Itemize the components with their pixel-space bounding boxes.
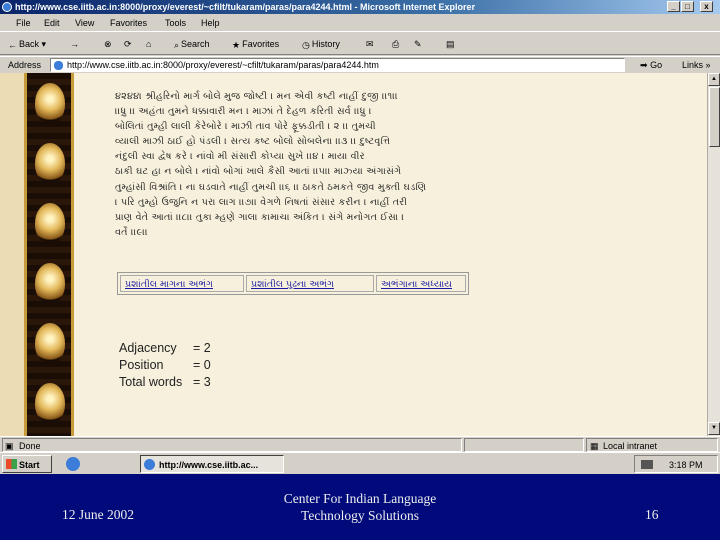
menu-bar: File Edit View Favorites Tools Help bbox=[0, 15, 720, 32]
close-button[interactable]: x bbox=[700, 1, 713, 12]
ie-logo-icon bbox=[144, 459, 155, 470]
menu-favorites[interactable]: Favorites bbox=[110, 15, 147, 32]
footer-date: 12 June 2002 bbox=[62, 507, 134, 522]
start-label: Start bbox=[19, 460, 40, 470]
search-icon: ⌕ bbox=[174, 39, 180, 50]
taskbar-ie-label: http://www.cse.iitb.ac... bbox=[159, 460, 259, 470]
taskbar-ie-button[interactable]: http://www.cse.iitb.ac... bbox=[140, 455, 284, 473]
back-button[interactable]: ← Back ▾ bbox=[8, 33, 46, 55]
poem-line: વ્યાલી માઝી ઠાઈ હો પંડલી । સત્ય કષ્ટ બોલ… bbox=[115, 136, 391, 148]
address-label: Address bbox=[8, 60, 42, 70]
stat-key: Position bbox=[119, 358, 164, 372]
slide-number: 16 bbox=[645, 507, 659, 522]
poem-text: ૪૨૪૪। શ્રીહરિનો માર્ગ બોલે મુજ જોષ્ટી । … bbox=[115, 89, 535, 240]
stat-key: Total words bbox=[119, 375, 183, 389]
stat-row: Total words = 3 bbox=[119, 374, 211, 391]
navigation-table: પ્રશાંતીલ માગના અભંગ પ્રશાંતીલ પુઢના અભં… bbox=[117, 272, 469, 295]
taskbar: Start http://www.cse.iitb.ac... 3:18 PM bbox=[0, 452, 720, 474]
window-title: http://www.cse.iitb.ac.in:8000/proxy/eve… bbox=[15, 2, 476, 12]
go-label: Go bbox=[650, 60, 663, 70]
stats-block: Adjacency = 2 Position = 0 Total words = 3 bbox=[119, 340, 211, 391]
print-button[interactable]: ⎙ bbox=[392, 33, 399, 55]
tray-speaker-icon[interactable] bbox=[641, 460, 653, 469]
address-input[interactable]: http://www.cse.iitb.ac.in:8000/proxy/eve… bbox=[50, 58, 625, 72]
poem-line: ૪૨૪૪। શ્રીહરિનો માર્ગ બોલે મુજ જોષ્ટી । … bbox=[115, 91, 398, 102]
scroll-down-icon[interactable]: ▼ bbox=[708, 422, 720, 435]
home-button[interactable]: ⌂ bbox=[146, 33, 151, 55]
minimize-button[interactable]: _ bbox=[667, 1, 680, 12]
stat-value: = 3 bbox=[193, 375, 211, 389]
system-tray: 3:18 PM bbox=[634, 455, 718, 473]
standard-toolbar: ← Back ▾ → ⊗ ⟳ ⌂ ⌕ Search ★ Favorites ◷ Hist… bbox=[0, 33, 720, 55]
next-abhang-link[interactable]: પ્રશાંતીલ પુઢના અભંગ bbox=[246, 275, 374, 292]
title-bar[interactable]: http://www.cse.iitb.ac.in:8000/proxy/eve… bbox=[0, 0, 720, 14]
tray-clock[interactable]: 3:18 PM bbox=[669, 456, 703, 474]
footer-line-1: Center For Indian Language bbox=[283, 491, 437, 506]
poem-line: પ્રાણ વેતે આતાં ।।૮।। તુકા મ્હણે ગાલા કા… bbox=[115, 211, 405, 223]
search-label: Search bbox=[181, 39, 210, 49]
menu-file[interactable]: File bbox=[16, 15, 31, 32]
poem-line: તુમ્હાંસી વિશ્રાંતિ । ના ઘડવાતે નાહીં તુ… bbox=[115, 181, 427, 193]
poem-line: ઠાકી ઘટ હા ન બોલે । નાંવો બોગાં ખાલે કૈસ… bbox=[115, 166, 402, 178]
scroll-up-icon[interactable]: ▲ bbox=[708, 73, 720, 86]
poem-line: બોલિતાં તુમ્હી લાલી કેરેબોરે । માઝી તાવ … bbox=[115, 121, 376, 133]
favorites-icon: ★ bbox=[232, 39, 241, 50]
menu-tools[interactable]: Tools bbox=[165, 15, 186, 32]
favorites-button[interactable]: ★ Favorites bbox=[232, 33, 279, 55]
links-button[interactable]: Links » bbox=[682, 57, 711, 73]
back-label: Back bbox=[19, 39, 40, 49]
stat-value: = 2 bbox=[193, 341, 211, 355]
search-button[interactable]: ⌕ Search bbox=[174, 33, 210, 55]
status-bar: ▣ Done ▦ Local intranet bbox=[0, 436, 720, 452]
stat-row: Position = 0 bbox=[119, 357, 211, 374]
go-button[interactable]: ➡ Go bbox=[640, 57, 662, 73]
quick-launch-ie-icon[interactable] bbox=[66, 457, 80, 471]
page-icon bbox=[54, 61, 63, 70]
poem-line: નંદુલી સ્વા દ્વેષ કરે । નાંવો મી સંસારી … bbox=[115, 151, 365, 163]
address-bar: Address http://www.cse.iitb.ac.in:8000/p… bbox=[0, 56, 720, 72]
forward-button[interactable]: → bbox=[70, 33, 79, 55]
previous-abhang-link[interactable]: પ્રશાંતીલ માગના અભંગ bbox=[120, 275, 244, 292]
poem-line: વર્તે ।।૯।। bbox=[115, 226, 148, 238]
history-label: History bbox=[311, 39, 340, 49]
favorites-label: Favorites bbox=[242, 39, 280, 49]
footer-organization: Center For Indian Language Technology So… bbox=[250, 490, 470, 524]
vertical-scrollbar[interactable]: ▲ ▼ bbox=[707, 73, 720, 436]
slide-footer: 12 June 2002 Center For Indian Language … bbox=[0, 474, 720, 540]
abhang-chapter-link[interactable]: અભંગાના અધ્યાય bbox=[376, 275, 466, 292]
refresh-button[interactable]: ⟳ bbox=[124, 33, 132, 55]
edit-button[interactable]: ✎ bbox=[414, 33, 422, 55]
menu-help[interactable]: Help bbox=[201, 15, 220, 32]
stat-value: = 0 bbox=[193, 358, 211, 372]
maximize-button[interactable]: □ bbox=[681, 1, 694, 12]
windows-logo-icon bbox=[6, 459, 17, 469]
poem-line: । પરિ તુમ્હો ઉજુનિ ન પરા લાગ ।।૭।। વેગળે… bbox=[115, 196, 408, 208]
ornamental-border-image bbox=[24, 73, 74, 436]
stop-button[interactable]: ⊗ bbox=[104, 33, 112, 55]
menu-view[interactable]: View bbox=[75, 15, 94, 32]
ie-logo-icon bbox=[2, 2, 12, 12]
history-button[interactable]: ◷ History bbox=[302, 33, 340, 55]
page-margin bbox=[0, 73, 24, 436]
footer-line-2: Technology Solutions bbox=[301, 508, 419, 523]
stat-key: Adjacency bbox=[119, 341, 177, 355]
poem-line: ।।ધ્રુ ।। અહંતા તુમને ધક્કાવારી મન । માઝ… bbox=[115, 106, 372, 118]
page-viewport: ૪૨૪૪। શ્રીહરિનો માર્ગ બોલે મુજ જોષ્ટી । … bbox=[0, 73, 707, 436]
scroll-thumb[interactable] bbox=[709, 87, 720, 147]
discuss-button[interactable]: ▤ bbox=[446, 33, 455, 55]
mail-button[interactable]: ✉ bbox=[366, 33, 374, 55]
back-arrow-icon: ← bbox=[8, 39, 17, 50]
stat-row: Adjacency = 2 bbox=[119, 340, 211, 357]
address-url: http://www.cse.iitb.ac.in:8000/proxy/eve… bbox=[67, 60, 379, 70]
browser-window: http://www.cse.iitb.ac.in:8000/proxy/eve… bbox=[0, 0, 720, 452]
menu-edit[interactable]: Edit bbox=[44, 15, 60, 32]
go-arrow-icon: ➡ bbox=[640, 60, 648, 70]
history-icon: ◷ bbox=[302, 39, 310, 50]
start-button[interactable]: Start bbox=[2, 455, 52, 473]
